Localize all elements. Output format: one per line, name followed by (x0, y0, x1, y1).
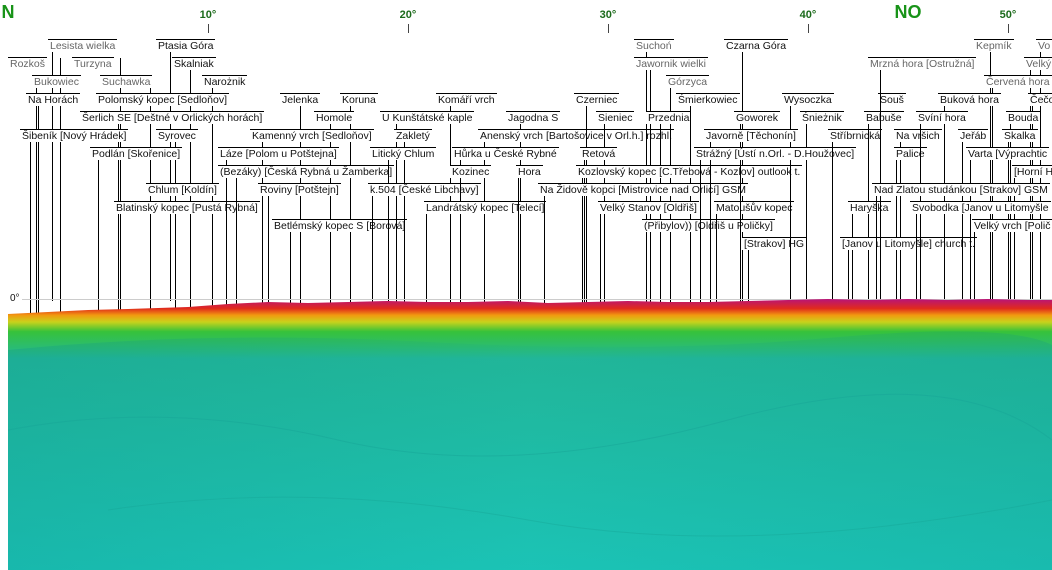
peak-label[interactable]: (Přibylov)) [Oldřiš u Poličky] (642, 219, 775, 232)
peak-label[interactable]: Syrovec (156, 129, 198, 142)
peak-label[interactable]: Mrzná hora [Ostružná] (868, 57, 977, 70)
peak-label[interactable]: Vo (1036, 39, 1052, 52)
peak-label[interactable]: Buková hora (938, 93, 1001, 106)
peak-leader-line (896, 148, 897, 307)
peak-label[interactable]: Svobodka [Janov u Litomyšle (910, 201, 1051, 214)
peak-label[interactable]: Goworek (734, 111, 781, 124)
peak-label[interactable]: Bukowiec (32, 75, 81, 88)
peak-leader-line (518, 166, 519, 305)
peak-label[interactable]: Nad Zlatou studánkou [Strakov] GSM (872, 183, 1050, 196)
peak-label[interactable]: Čečo (1028, 93, 1052, 106)
peak-label[interactable]: Retová (580, 147, 618, 160)
peak-label[interactable]: Hůrka u České Rybné (452, 147, 559, 160)
peak-leader-line (832, 130, 833, 306)
peak-label[interactable]: Sieniec (596, 111, 635, 124)
peak-label[interactable]: Palice (894, 147, 927, 160)
peak-leader-line (790, 94, 791, 307)
peak-label[interactable]: Velký vrch [Polič (972, 219, 1052, 232)
peak-label[interactable]: Górzyca (666, 75, 710, 88)
peak-label[interactable]: Czerniec (574, 93, 620, 106)
peak-label[interactable]: Litický Chlum (370, 147, 437, 160)
peak-leader-line (38, 94, 39, 319)
peak-label[interactable]: Landrátský kopec [Telecí] (424, 201, 547, 214)
peak-leader-line (806, 112, 807, 307)
peak-label[interactable]: Jagodna S (506, 111, 561, 124)
peak-leader-line (586, 94, 587, 304)
peak-label[interactable]: Czarna Góra (724, 39, 789, 52)
peak-label[interactable]: Lesista wielka (48, 39, 118, 52)
peak-label[interactable]: [Janov u Litomyšle] church t. (840, 237, 978, 250)
peak-label[interactable]: Rozkoš (8, 57, 48, 70)
peak-label[interactable]: Červená hora (984, 75, 1052, 88)
peak-label[interactable]: Koruna (340, 93, 378, 106)
peak-label[interactable]: Narożnik (202, 75, 248, 88)
peak-label[interactable]: Polomský kopec [Sedloňov] (96, 93, 229, 106)
peak-label[interactable]: (Bezáky) [Česká Rybná u Žamberka] (218, 165, 395, 178)
peak-label[interactable]: Bouda (1006, 111, 1041, 124)
peak-label[interactable]: Souš (878, 93, 906, 106)
peak-label[interactable]: Babuše (864, 111, 904, 124)
peak-label[interactable]: U Kunštátské kaple (380, 111, 475, 124)
peak-label[interactable]: Komáří vrch (436, 93, 497, 106)
peak-label[interactable]: Zakletý (394, 129, 432, 142)
peak-leader-line (962, 130, 963, 311)
peak-label[interactable]: Podlán [Skořenice] (90, 147, 183, 160)
peak-leader-line (372, 184, 373, 303)
peak-leader-line (460, 166, 461, 304)
peak-label[interactable]: k.504 [České Libchavy] (368, 183, 481, 196)
peak-label[interactable]: Javorně [Těchonín] (704, 129, 798, 142)
peak-label[interactable]: Jelenka (280, 93, 321, 106)
peak-label[interactable]: [Strakov] HG (742, 237, 807, 250)
peak-label[interactable]: Homole (314, 111, 355, 124)
peak-label[interactable]: Suchoń (634, 39, 674, 52)
peak-label[interactable]: Velký (1024, 57, 1052, 70)
peak-label[interactable]: Jawornik wielki (634, 57, 709, 70)
peak-label[interactable]: Chlum [Koldín] (146, 183, 219, 196)
peak-leader-line (450, 94, 451, 304)
peak-label[interactable]: Na Horách (26, 93, 81, 106)
peak-label[interactable]: Suchawka (100, 75, 153, 88)
peak-leader-line (300, 94, 301, 304)
peak-leader-line (350, 94, 351, 304)
peak-label[interactable]: Šerlich SE [Deštné v Orlických horách] (80, 111, 265, 124)
peak-label[interactable]: Matoušův kopec (714, 201, 795, 214)
peak-label[interactable]: Skalka (1002, 129, 1038, 142)
peak-label[interactable]: Przednia (646, 111, 692, 124)
peak-label[interactable]: Kepmík (974, 39, 1014, 52)
peak-leader-line (544, 184, 545, 307)
peak-label[interactable]: Svíní hora (916, 111, 968, 124)
peak-label[interactable]: Na vršich (894, 129, 942, 142)
peak-label[interactable]: Na Židově kopci [Mistrovice nad Orlicí] … (538, 183, 748, 196)
peak-label[interactable]: Láze [Polom u Potštejna] (218, 147, 339, 160)
peak-labels: Rozkoš Lesista wielka Turzyna Ptasia Góra Sk… (0, 0, 1052, 337)
terrain-panorama (8, 299, 1052, 570)
peak-label[interactable]: Blatinský kopec [Pustá Rybná] (114, 201, 260, 214)
peak-label[interactable]: Velký Stanov [Oldřiš] (598, 201, 699, 214)
peak-leader-line (970, 148, 971, 313)
peak-label[interactable]: Kamenný vrch [Sedloňov] (250, 129, 374, 142)
peak-label[interactable]: Wysoczka (782, 93, 834, 106)
peak-label[interactable]: Anenský vrch [Bartošovice v Orl.h.] rozh… (478, 129, 674, 142)
peak-leader-line (170, 40, 171, 301)
peak-label[interactable]: Turzyna (72, 57, 114, 70)
peak-label[interactable]: Ptasia Góra (156, 39, 216, 52)
peak-label[interactable]: Haryška (848, 201, 891, 214)
peak-leader-line (700, 148, 701, 305)
peak-label[interactable]: Hora (516, 165, 543, 178)
peak-label[interactable]: Roviny [Potštejn] (258, 183, 341, 196)
peak-label[interactable]: Kozlovský kopec [C.Třebová - Kozlov] out… (576, 165, 803, 178)
peak-label[interactable]: [Horní H (1012, 165, 1052, 178)
peak-label[interactable]: Šibeník [Nový Hrádek] (20, 129, 129, 142)
peak-label[interactable]: Skalniak (172, 57, 216, 70)
peak-label[interactable]: Stříbrnická (828, 129, 883, 142)
peak-label[interactable]: Kozinec (450, 165, 492, 178)
peak-label[interactable]: Varta [Výprachtic (966, 147, 1050, 160)
peak-leader-line (388, 148, 389, 304)
peak-label[interactable]: Śmierkowiec (676, 93, 740, 106)
peak-label[interactable]: Jeřáb (958, 129, 989, 142)
peak-label[interactable]: Śnieżnik (800, 111, 844, 124)
peak-leader-line (36, 76, 37, 316)
